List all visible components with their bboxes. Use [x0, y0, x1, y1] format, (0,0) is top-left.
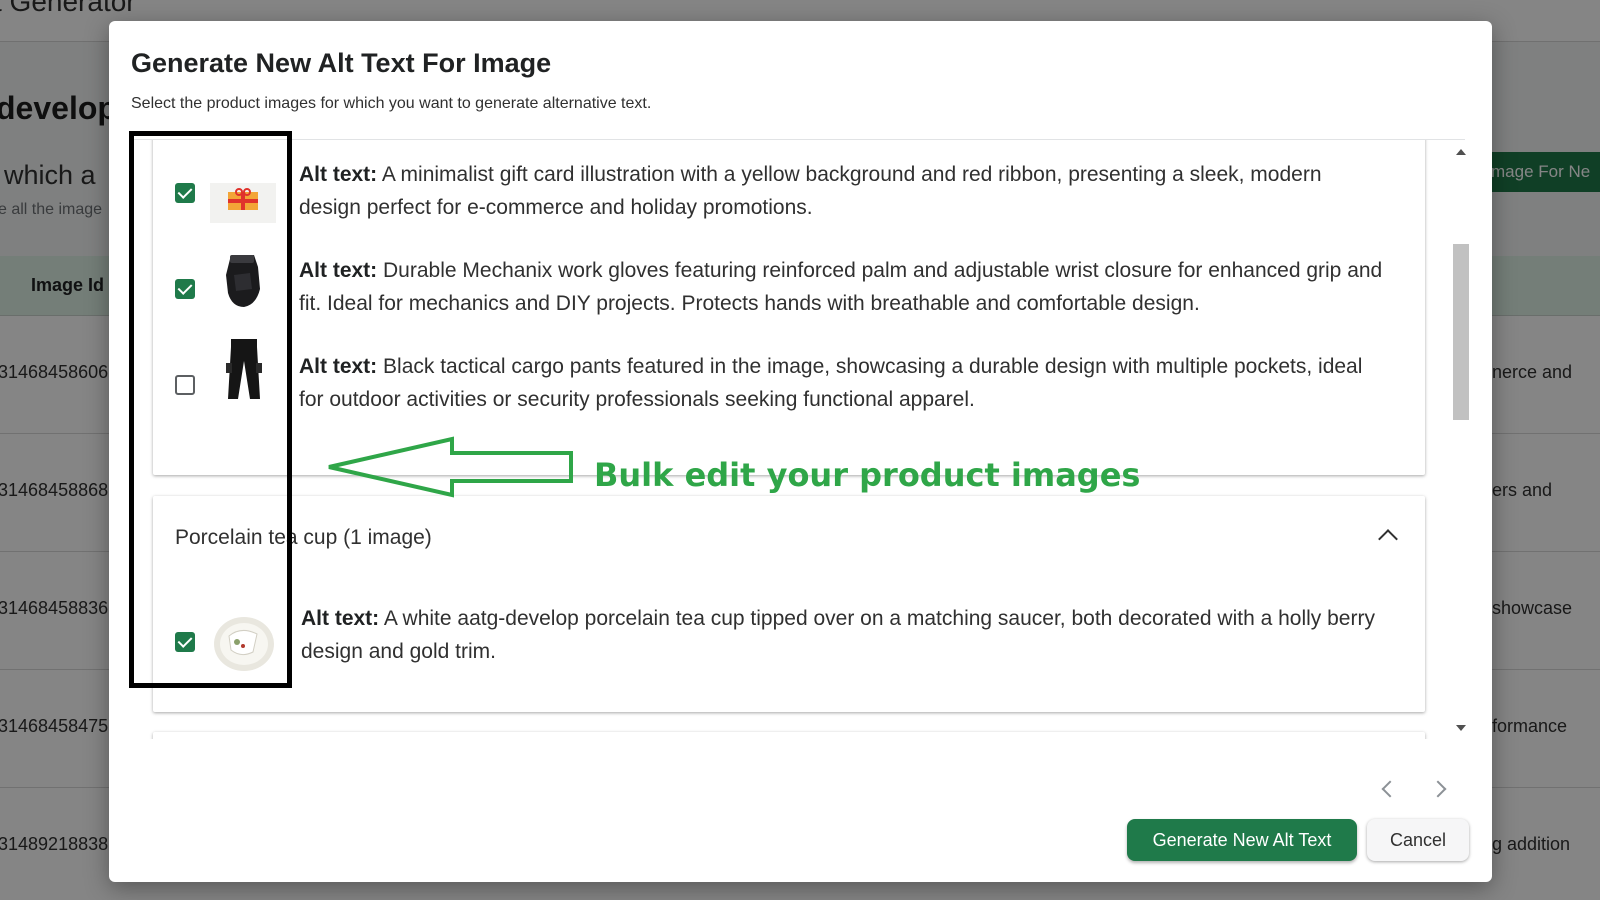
product-image-group: Alt text: A minimalist gift card illustr… — [153, 140, 1425, 475]
scroll-down-arrow-icon[interactable] — [1456, 725, 1466, 731]
generate-new-alt-text-button[interactable]: Generate New Alt Text — [1127, 819, 1357, 861]
alt-text-value: A minimalist gift card illustration with… — [299, 163, 1322, 219]
annotation-caption: Bulk edit your product images — [594, 456, 1141, 494]
scrollbar-thumb[interactable] — [1453, 244, 1469, 420]
previous-page-chevron-icon[interactable] — [1374, 776, 1400, 802]
generate-alt-text-modal: Generate New Alt Text For Image Select t… — [109, 21, 1492, 882]
alt-text-label: Alt text: — [299, 259, 378, 282]
alt-text-value: Durable Mechanix work gloves featuring r… — [299, 259, 1383, 315]
scroll-up-arrow-icon[interactable] — [1456, 149, 1466, 155]
cancel-button[interactable]: Cancel — [1367, 819, 1469, 861]
alt-text-label: Alt text: — [301, 607, 380, 630]
alt-text-description: Alt text: Black tactical cargo pants fea… — [299, 350, 1389, 416]
modal-title: Generate New Alt Text For Image — [131, 48, 552, 78]
alt-text-description: Alt text: A minimalist gift card illustr… — [299, 158, 1389, 224]
alt-text-label: Alt text: — [299, 355, 378, 378]
product-image-group — [153, 732, 1425, 739]
chevron-up-icon[interactable] — [1378, 529, 1398, 549]
annotation-arrow-icon — [325, 435, 575, 504]
next-page-chevron-icon[interactable] — [1427, 776, 1453, 802]
alt-text-label: Alt text: — [299, 163, 378, 186]
alt-text-description: Alt text: Durable Mechanix work gloves f… — [299, 254, 1389, 320]
annotation-highlight-box — [129, 131, 292, 688]
scrollbar[interactable] — [1450, 139, 1472, 739]
product-image-group: Porcelain tea cup (1 image) Alt text: A … — [153, 496, 1425, 712]
alt-text-description: Alt text: A white aatg-develop porcelain… — [301, 602, 1391, 668]
alt-text-value: Black tactical cargo pants featured in t… — [299, 355, 1363, 411]
modal-subtitle: Select the product images for which you … — [131, 95, 652, 112]
alt-text-value: A white aatg-develop porcelain tea cup t… — [301, 607, 1375, 663]
